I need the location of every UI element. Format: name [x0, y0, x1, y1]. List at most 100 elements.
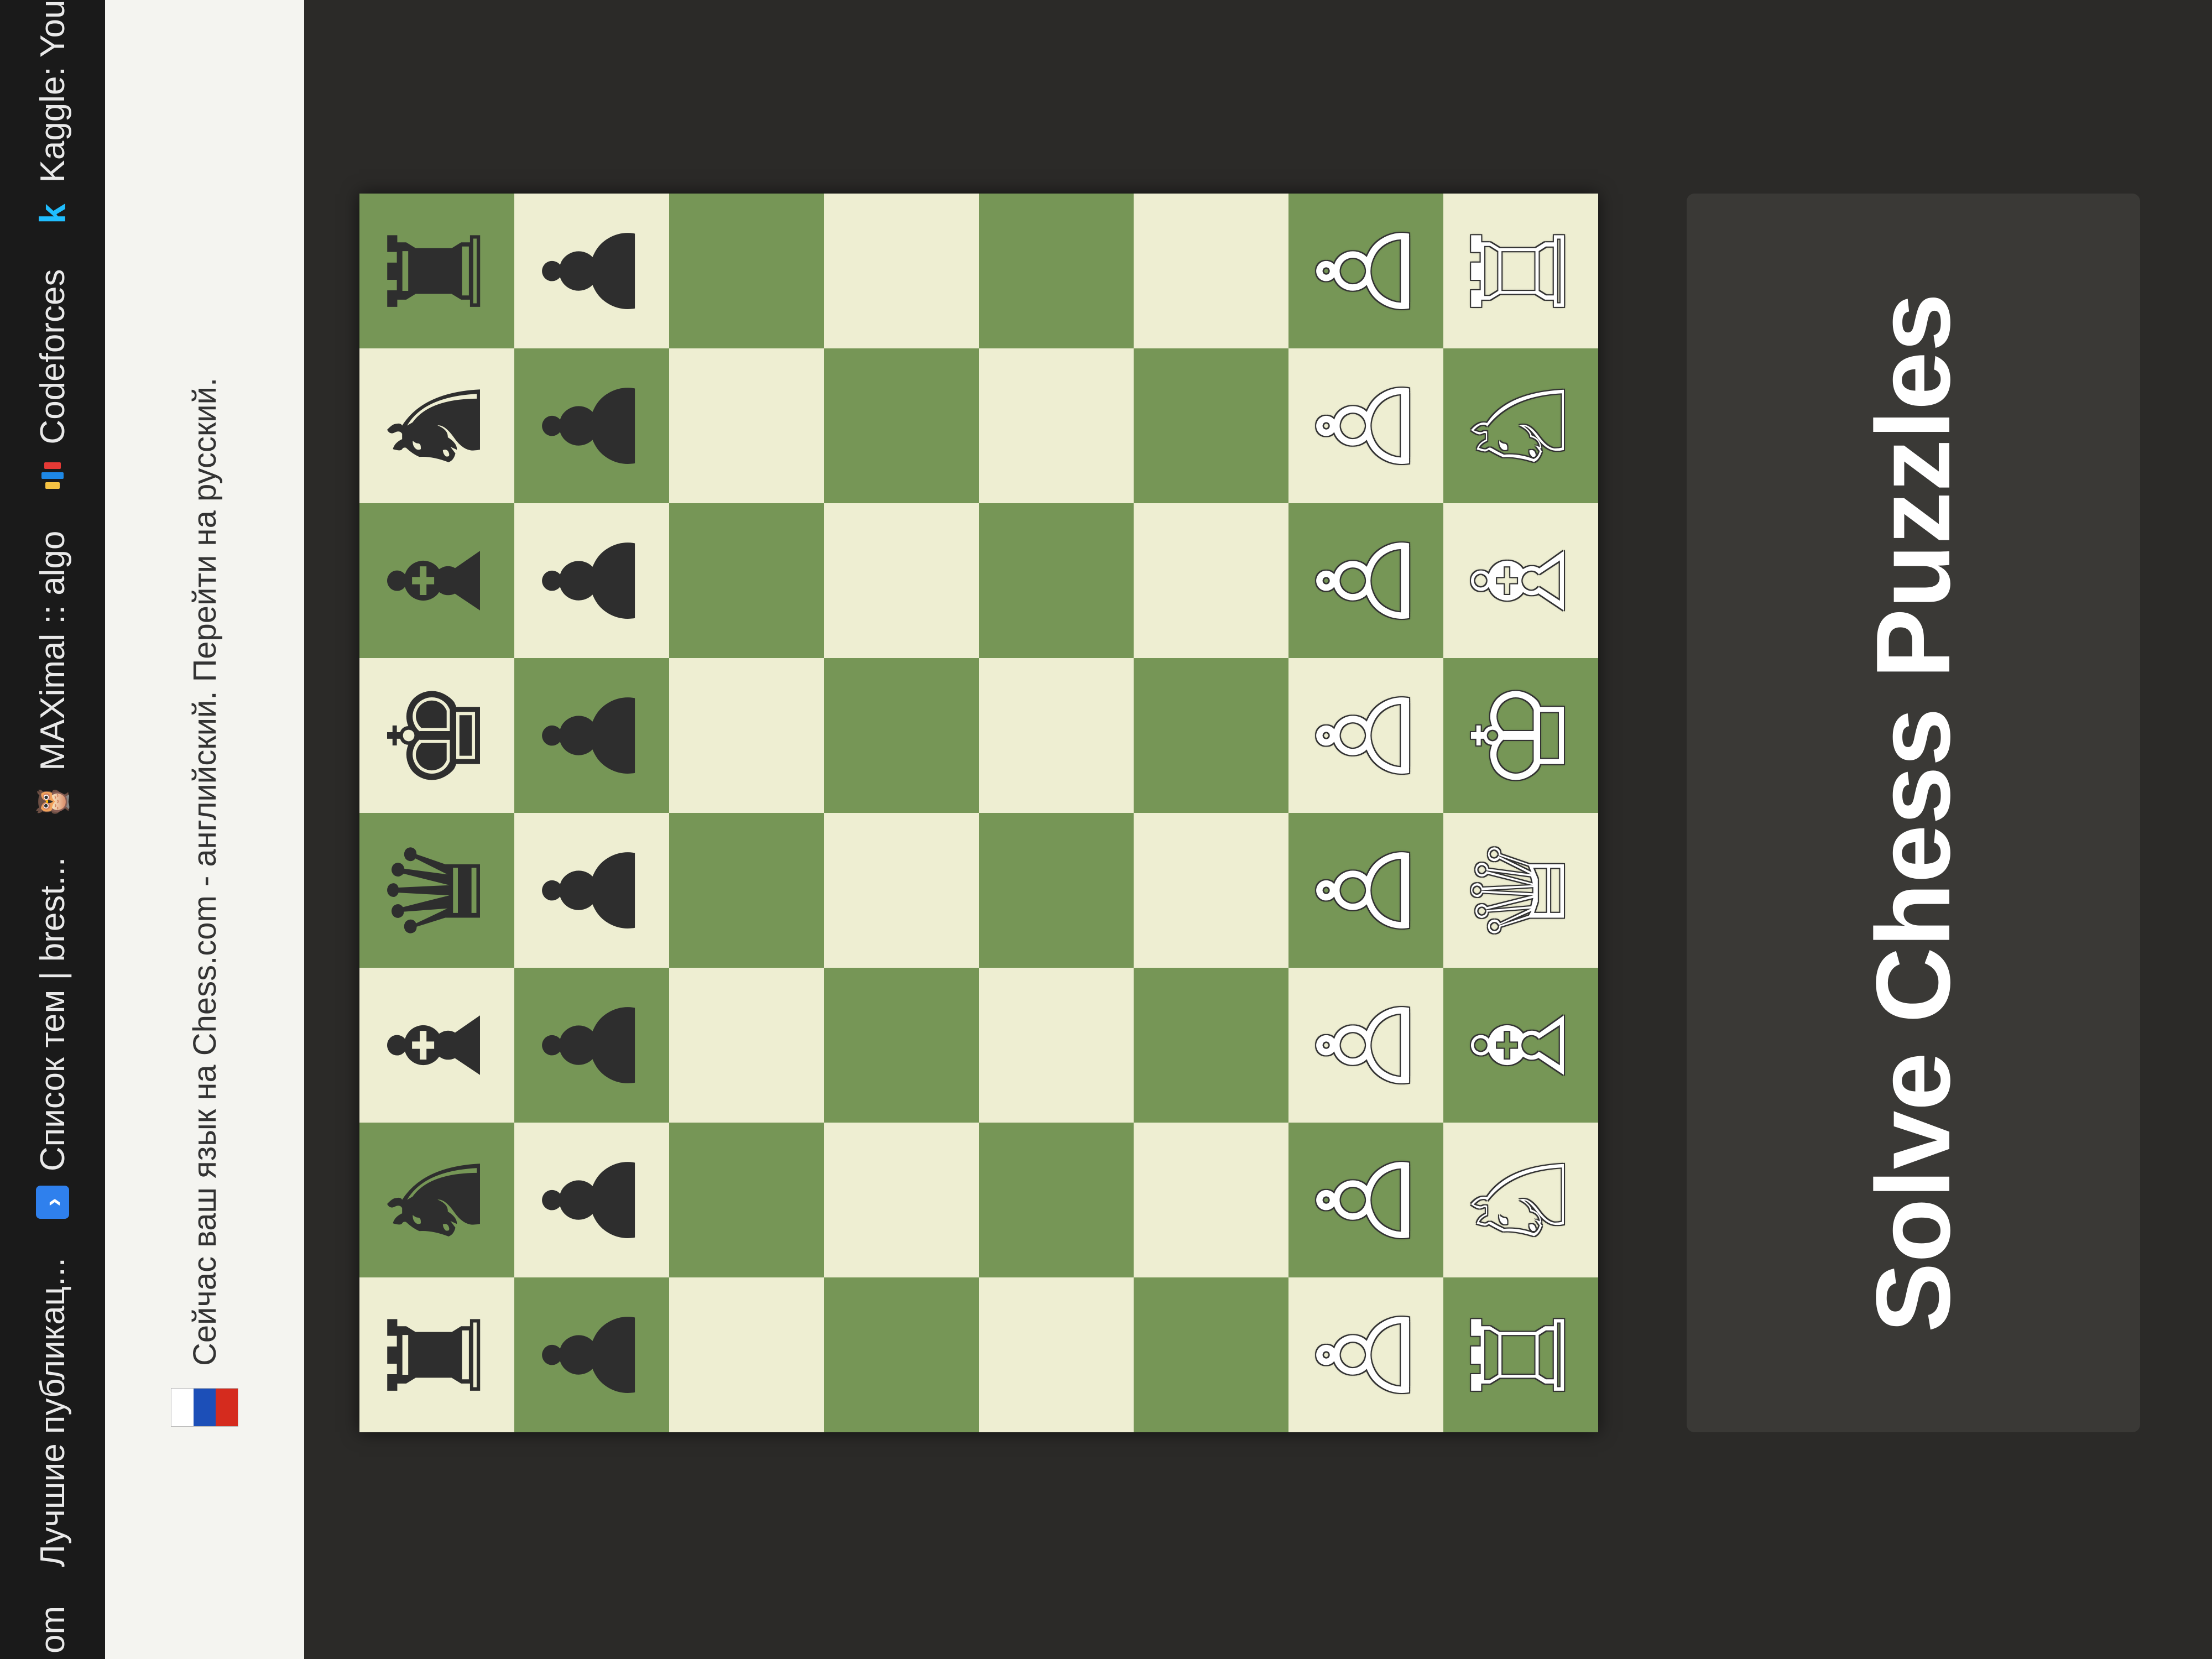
- square-a4[interactable]: [979, 1277, 1134, 1432]
- chess-piece[interactable]: ♟: [518, 524, 665, 638]
- square-a7[interactable]: ♟: [514, 1277, 669, 1432]
- square-h5[interactable]: [824, 194, 979, 348]
- square-g2[interactable]: ♙: [1288, 348, 1443, 503]
- square-g1[interactable]: ♘: [1443, 348, 1598, 503]
- square-g7[interactable]: ♟: [514, 348, 669, 503]
- square-c2[interactable]: ♙: [1288, 968, 1443, 1123]
- square-f5[interactable]: [824, 503, 979, 658]
- chess-piece[interactable]: ♚: [363, 679, 510, 792]
- square-c8[interactable]: ♝: [359, 968, 514, 1123]
- square-d5[interactable]: [824, 813, 979, 968]
- chess-piece[interactable]: ♖: [1447, 1298, 1594, 1412]
- bookmark-codeforces[interactable]: Codeforces: [33, 269, 72, 492]
- square-b8[interactable]: ♞: [359, 1123, 514, 1277]
- square-d8[interactable]: ♛: [359, 813, 514, 968]
- square-g8[interactable]: ♞: [359, 348, 514, 503]
- chess-board[interactable]: ♜ ♞ ♝ ♛ ♚ ♝ ♞ ♜ ♟ ♟ ♟ ♟ ♟ ♟ ♟ ♟ ♙ ♙ ♙ ♙ ♙ ♙ ♙ ♙ ♖ ♘ ♗ ♕ ♔ ♗ ♘ ♖: [359, 194, 1598, 1432]
- square-h7[interactable]: ♟: [514, 194, 669, 348]
- chess-piece[interactable]: ♝: [363, 524, 510, 638]
- chess-piece[interactable]: ♙: [1292, 524, 1439, 638]
- square-e5[interactable]: [824, 658, 979, 813]
- square-c5[interactable]: [824, 968, 979, 1123]
- square-f1[interactable]: ♗: [1443, 503, 1598, 658]
- chess-piece[interactable]: ♟: [518, 679, 665, 792]
- chess-piece[interactable]: ♔: [1447, 679, 1594, 792]
- square-e8[interactable]: ♚: [359, 658, 514, 813]
- square-d1[interactable]: ♕: [1443, 813, 1598, 968]
- square-d2[interactable]: ♙: [1288, 813, 1443, 968]
- square-h3[interactable]: [1134, 194, 1288, 348]
- square-a5[interactable]: [824, 1277, 979, 1432]
- chess-piece[interactable]: ♟: [518, 833, 665, 947]
- chess-piece[interactable]: ♙: [1292, 1298, 1439, 1412]
- square-a1[interactable]: ♖: [1443, 1277, 1598, 1432]
- square-d4[interactable]: [979, 813, 1134, 968]
- bookmark-kaggle[interactable]: k Kaggle: Your Machi...: [32, 0, 73, 231]
- bookmark-om[interactable]: om: [33, 1606, 72, 1653]
- square-b1[interactable]: ♘: [1443, 1123, 1598, 1277]
- square-h1[interactable]: ♖: [1443, 194, 1598, 348]
- square-e4[interactable]: [979, 658, 1134, 813]
- square-b6[interactable]: [669, 1123, 824, 1277]
- chess-piece[interactable]: ♟: [518, 214, 665, 328]
- square-c7[interactable]: ♟: [514, 968, 669, 1123]
- square-c4[interactable]: [979, 968, 1134, 1123]
- square-b7[interactable]: ♟: [514, 1123, 669, 1277]
- square-h2[interactable]: ♙: [1288, 194, 1443, 348]
- square-e7[interactable]: ♟: [514, 658, 669, 813]
- chess-piece[interactable]: ♗: [1447, 988, 1594, 1102]
- chess-piece[interactable]: ♛: [363, 833, 510, 947]
- square-f4[interactable]: [979, 503, 1134, 658]
- chess-piece[interactable]: ♖: [1447, 214, 1594, 328]
- square-g5[interactable]: [824, 348, 979, 503]
- chess-piece[interactable]: ♙: [1292, 369, 1439, 483]
- square-e2[interactable]: ♙: [1288, 658, 1443, 813]
- bookmark-topic-list[interactable]: › Список тем | brest...: [33, 857, 72, 1219]
- square-a8[interactable]: ♜: [359, 1277, 514, 1432]
- square-g3[interactable]: [1134, 348, 1288, 503]
- square-f7[interactable]: ♟: [514, 503, 669, 658]
- square-d3[interactable]: [1134, 813, 1288, 968]
- language-banner-text[interactable]: Сейчас ваш язык на Chess.com - английски…: [186, 378, 223, 1366]
- chess-piece[interactable]: ♞: [363, 369, 510, 483]
- square-h4[interactable]: [979, 194, 1134, 348]
- square-e6[interactable]: [669, 658, 824, 813]
- square-e3[interactable]: [1134, 658, 1288, 813]
- square-c3[interactable]: [1134, 968, 1288, 1123]
- chess-piece[interactable]: ♙: [1292, 1143, 1439, 1257]
- square-b4[interactable]: [979, 1123, 1134, 1277]
- chess-piece[interactable]: ♞: [363, 1143, 510, 1257]
- square-f6[interactable]: [669, 503, 824, 658]
- square-h6[interactable]: [669, 194, 824, 348]
- square-h8[interactable]: ♜: [359, 194, 514, 348]
- square-f2[interactable]: ♙: [1288, 503, 1443, 658]
- square-b3[interactable]: [1134, 1123, 1288, 1277]
- chess-piece[interactable]: ♙: [1292, 833, 1439, 947]
- square-g4[interactable]: [979, 348, 1134, 503]
- chess-piece[interactable]: ♙: [1292, 679, 1439, 792]
- square-a3[interactable]: [1134, 1277, 1288, 1432]
- chess-piece[interactable]: ♝: [363, 988, 510, 1102]
- chess-piece[interactable]: ♜: [363, 214, 510, 328]
- chess-piece[interactable]: ♗: [1447, 524, 1594, 638]
- puzzles-panel[interactable]: Solve Chess Puzzles: [1687, 194, 2140, 1432]
- bookmark-maximal-algo[interactable]: 🦉 MAXimal :: algo: [33, 531, 72, 821]
- chess-piece[interactable]: ♟: [518, 1143, 665, 1257]
- square-a6[interactable]: [669, 1277, 824, 1432]
- square-b5[interactable]: [824, 1123, 979, 1277]
- square-c6[interactable]: [669, 968, 824, 1123]
- chess-piece[interactable]: ♙: [1292, 988, 1439, 1102]
- bookmark-best-publications[interactable]: Лучшие публикац...: [33, 1258, 72, 1567]
- chess-piece[interactable]: ♜: [363, 1298, 510, 1412]
- square-g6[interactable]: [669, 348, 824, 503]
- chess-piece[interactable]: ♘: [1447, 369, 1594, 483]
- chess-piece[interactable]: ♙: [1292, 214, 1439, 328]
- square-f8[interactable]: ♝: [359, 503, 514, 658]
- square-e1[interactable]: ♔: [1443, 658, 1598, 813]
- chess-piece[interactable]: ♟: [518, 988, 665, 1102]
- square-c1[interactable]: ♗: [1443, 968, 1598, 1123]
- square-d6[interactable]: [669, 813, 824, 968]
- square-b2[interactable]: ♙: [1288, 1123, 1443, 1277]
- chess-piece[interactable]: ♟: [518, 369, 665, 483]
- square-a2[interactable]: ♙: [1288, 1277, 1443, 1432]
